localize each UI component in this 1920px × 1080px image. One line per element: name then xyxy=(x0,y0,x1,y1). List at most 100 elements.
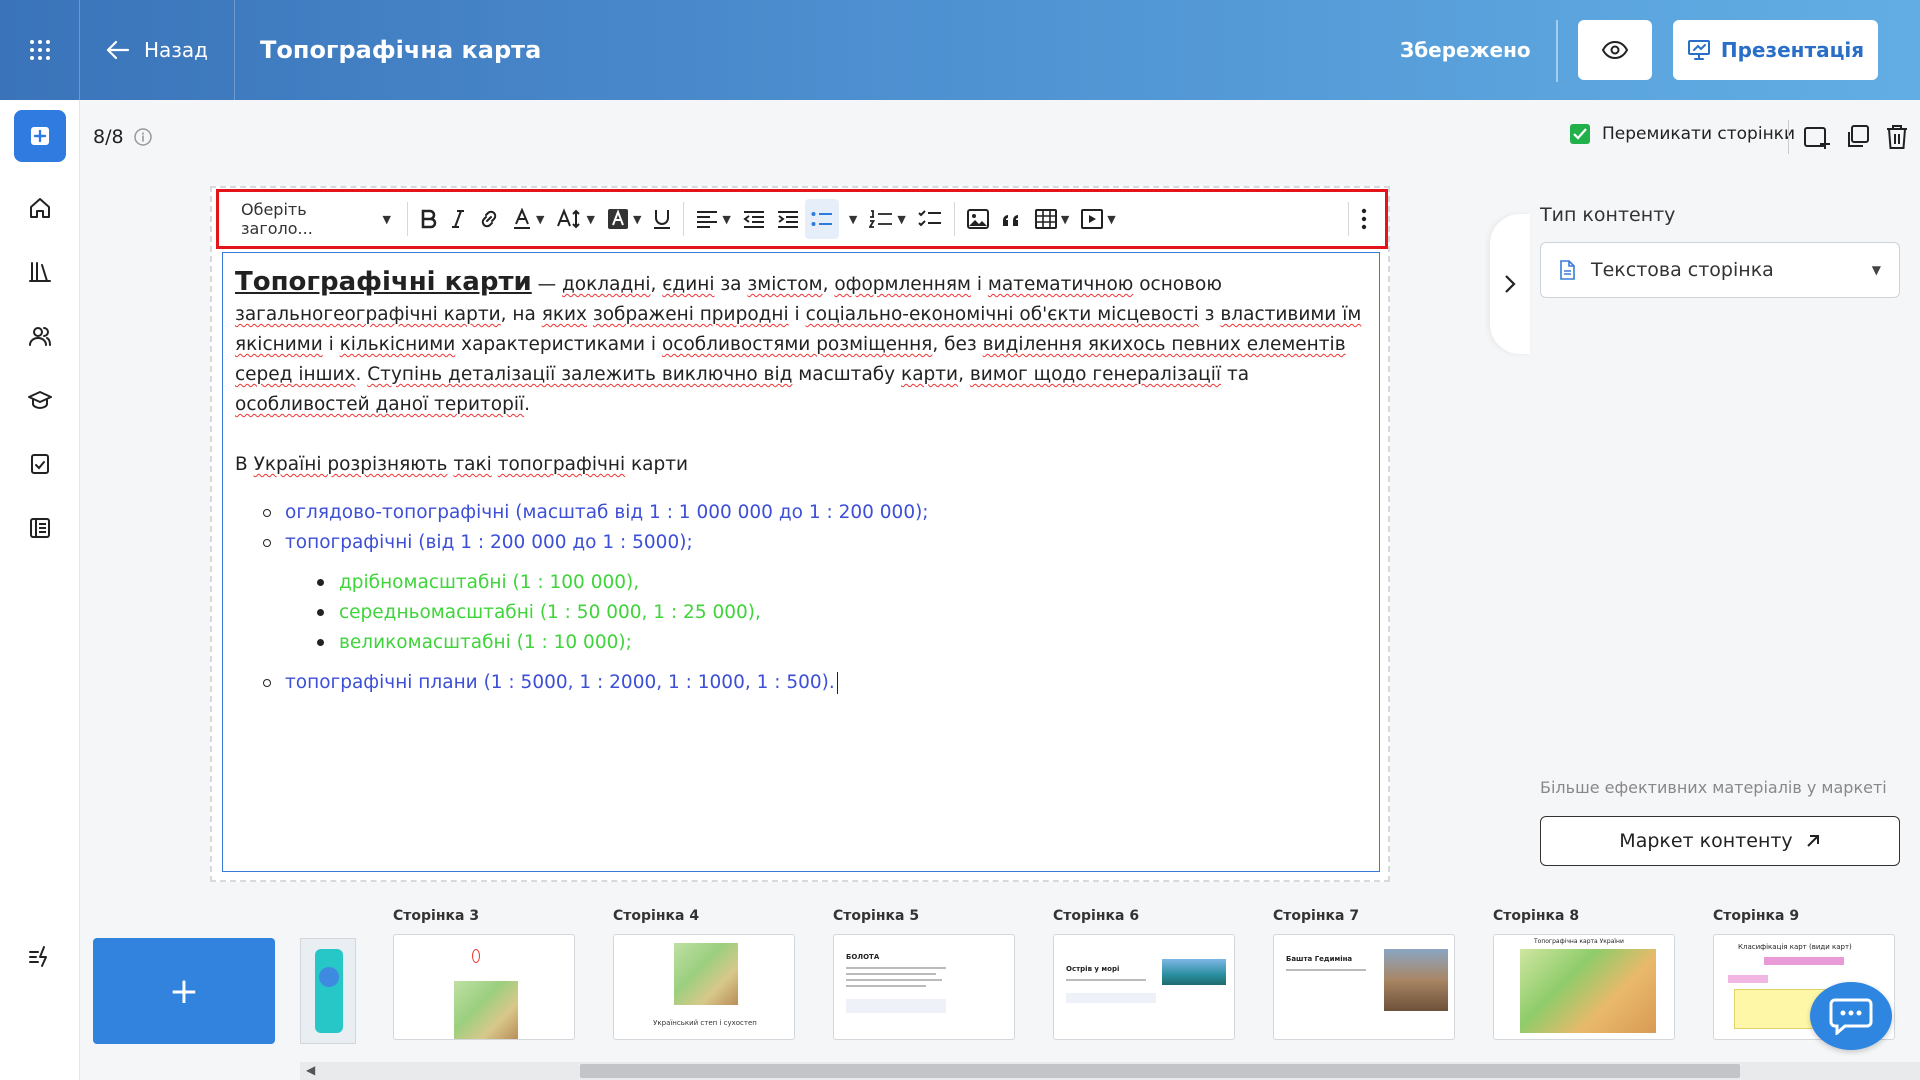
preview-button[interactable] xyxy=(1578,20,1652,80)
more-materials-text: Більше ефективних матеріалів у маркеті xyxy=(1540,778,1887,797)
sidebar-item-home[interactable] xyxy=(20,188,60,228)
scroll-left-icon[interactable]: ◀ xyxy=(306,1063,315,1077)
thumbnail-label: Сторінка 6 xyxy=(1053,908,1140,924)
toggle-pages-checkbox[interactable] xyxy=(1570,124,1590,144)
add-page-icon[interactable] xyxy=(1803,123,1831,151)
bold-button[interactable] xyxy=(414,199,444,239)
outdent-button[interactable] xyxy=(737,199,771,239)
list-item: дрібномасштабні (1 : 100 000), xyxy=(317,568,1367,598)
text-run: — xyxy=(531,274,563,295)
more-options-button[interactable] xyxy=(1355,199,1373,239)
text-line xyxy=(1066,979,1146,981)
back-button[interactable]: Назад xyxy=(80,0,235,100)
apps-grid-button[interactable] xyxy=(0,0,80,100)
thumbnail-preview: Острів у морі xyxy=(1053,934,1235,1040)
underline-button[interactable] xyxy=(647,199,677,239)
text-line xyxy=(846,979,942,981)
lightning-icon xyxy=(29,946,47,967)
chevron-down-icon: ▼ xyxy=(848,212,858,226)
page-thumbnail-7[interactable]: Сторінка 7 Башта Гедиміна xyxy=(1273,908,1457,1040)
pages-scrollbar[interactable]: ◀ xyxy=(300,1062,1920,1080)
insert-table-button[interactable]: ▼ xyxy=(1029,199,1075,239)
numbered-list-icon xyxy=(869,210,893,228)
add-page-button[interactable]: + xyxy=(93,938,275,1044)
page-thumbnail-6[interactable]: Сторінка 6 Острів у морі xyxy=(1053,908,1237,1040)
chevron-down-icon: ▼ xyxy=(586,212,595,226)
indent-button[interactable] xyxy=(771,199,805,239)
journal-icon xyxy=(30,518,50,538)
rich-text-toolbar: Оберіть заголо... ▼ ▼ ▼ ▼ ▼ ▼ ▼ ▼ ▼ xyxy=(216,189,1388,249)
page-thumbnail-8[interactable]: Сторінка 8 Топографічна карта України xyxy=(1493,908,1677,1040)
top-header: Назад Топографічна карта Збережено Презе… xyxy=(0,0,1920,100)
page-thumbnail-3[interactable]: Сторінка 3 xyxy=(393,908,577,1040)
highlight-button[interactable]: ▼ xyxy=(601,199,647,239)
sidebar-item-quick-actions[interactable] xyxy=(20,936,60,976)
chevron-down-icon: ▼ xyxy=(632,212,642,226)
chevron-down-icon: ▼ xyxy=(1060,212,1070,226)
spellcheck-word: карти xyxy=(901,364,959,385)
text-editor-area[interactable]: Топографічні карти — докладні, єдині за … xyxy=(222,252,1380,872)
spellcheck-word: єдині xyxy=(662,274,715,295)
trash-icon[interactable] xyxy=(1885,124,1909,150)
checklist-button[interactable] xyxy=(912,199,948,239)
collapse-panel-button[interactable] xyxy=(1490,214,1530,354)
map-types-list: оглядово-топографічні (масштаб від 1 : 1… xyxy=(263,498,1367,698)
thumbnail-heading: БОЛОТА xyxy=(846,953,880,961)
island-image xyxy=(1162,959,1226,985)
insert-image-button[interactable] xyxy=(961,199,995,239)
bulleted-list-button[interactable] xyxy=(804,199,839,239)
back-label: Назад xyxy=(143,38,208,62)
italic-icon xyxy=(452,210,464,228)
toolbar-divider xyxy=(683,202,685,236)
sidebar-item-journal[interactable] xyxy=(20,508,60,548)
sidebar-item-tasks[interactable] xyxy=(20,444,60,484)
sidebar-item-library[interactable] xyxy=(20,252,60,292)
italic-button[interactable] xyxy=(444,199,472,239)
map-image xyxy=(674,943,738,1005)
text-run: , без xyxy=(932,334,983,355)
align-button[interactable]: ▼ xyxy=(690,199,736,239)
text-run: характеристиками і xyxy=(455,334,662,355)
heading-select[interactable]: Оберіть заголо... ▼ xyxy=(231,199,401,239)
font-size-button[interactable]: ▼ xyxy=(550,199,600,239)
insert-media-button[interactable]: ▼ xyxy=(1075,199,1121,239)
content-type-select[interactable]: Текстова сторінка ▼ xyxy=(1540,242,1900,298)
page-thumbnail-5[interactable]: Сторінка 5 БОЛОТА xyxy=(833,908,1017,1040)
sidebar-item-courses[interactable] xyxy=(20,380,60,420)
sidebar-item-users[interactable] xyxy=(20,316,60,356)
chevron-down-icon: ▼ xyxy=(897,212,906,226)
info-icon[interactable] xyxy=(133,128,152,146)
text-line xyxy=(846,973,936,975)
spellcheck-word: змістом xyxy=(747,274,823,295)
home-icon xyxy=(30,198,50,218)
sidebar-add-button[interactable] xyxy=(14,110,66,162)
spellcheck-word: вимог щодо генералізації xyxy=(969,364,1222,385)
font-color-button[interactable]: ▼ xyxy=(506,199,550,239)
quote-icon xyxy=(1002,215,1018,226)
list-item: оглядово-топографічні (масштаб від 1 : 1… xyxy=(263,498,1367,528)
scrollbar-thumb[interactable] xyxy=(580,1064,1740,1078)
toolbar-divider xyxy=(953,202,955,236)
page-thumbnail-partial[interactable] xyxy=(300,938,356,1044)
spellcheck-word: Україні розрізняють xyxy=(253,454,448,475)
blockquote-button[interactable] xyxy=(995,199,1029,239)
list-item: середньомасштабні (1 : 50 000, 1 : 25 00… xyxy=(317,598,1367,628)
page-thumbnail-4[interactable]: Сторінка 4 Український степ і сухостеп xyxy=(613,908,797,1040)
bulleted-list-options[interactable]: ▼ xyxy=(839,199,863,239)
note-box xyxy=(1066,993,1156,1003)
toggle-pages-control[interactable]: Перемикати сторінки xyxy=(1570,124,1795,144)
chat-support-button[interactable] xyxy=(1810,982,1892,1050)
chevron-down-icon: ▼ xyxy=(382,212,391,226)
font-color-icon xyxy=(514,208,530,229)
spellcheck-word: яких xyxy=(541,304,588,325)
text-run: , xyxy=(650,274,663,295)
content-market-button[interactable]: Маркет контенту xyxy=(1540,816,1900,866)
map-image xyxy=(454,981,518,1039)
presentation-button[interactable]: Презентація xyxy=(1673,20,1878,80)
numbered-list-button[interactable]: ▼ xyxy=(863,199,911,239)
duplicate-icon[interactable] xyxy=(1845,124,1871,150)
spellcheck-word: математичною xyxy=(987,274,1134,295)
link-button[interactable] xyxy=(472,199,506,239)
document-icon xyxy=(1560,260,1575,280)
spellcheck-word: соціально-економічні об'єкти місцевості xyxy=(805,304,1199,325)
